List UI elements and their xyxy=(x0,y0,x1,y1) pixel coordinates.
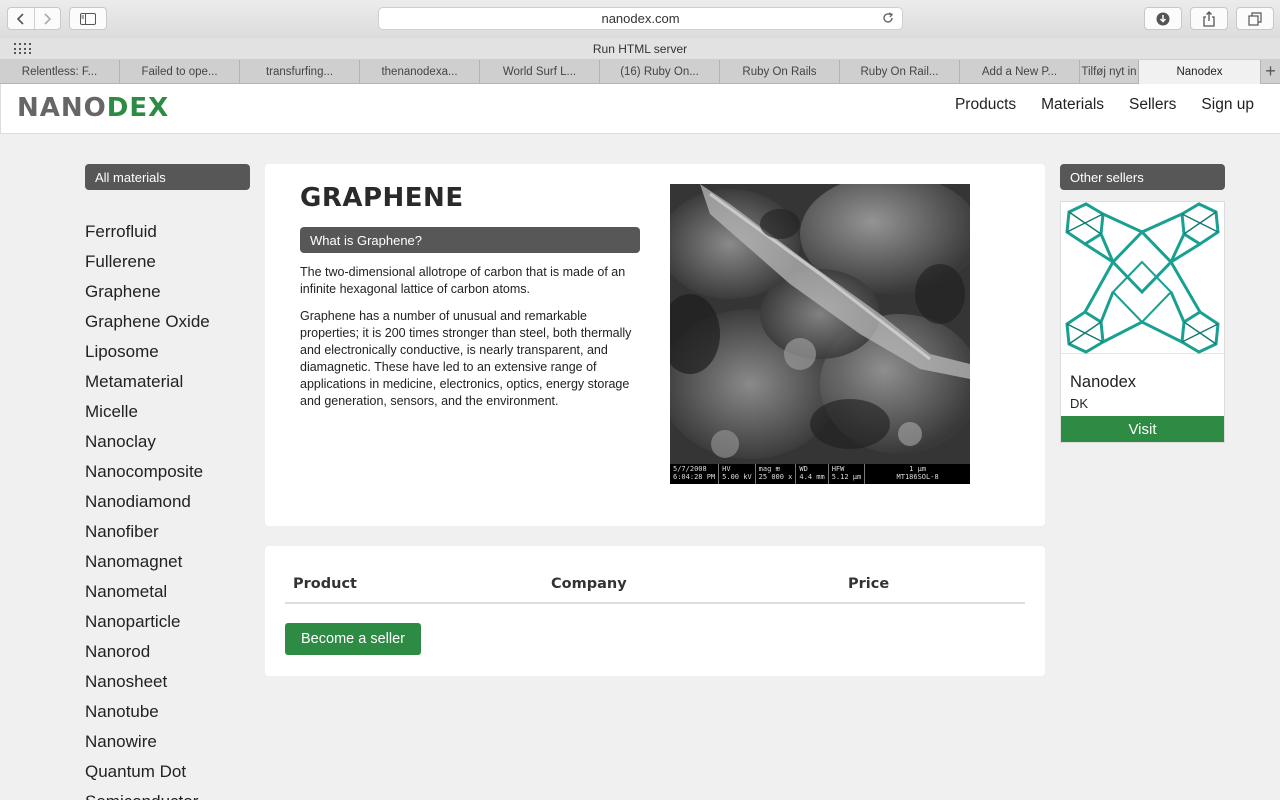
other-sellers-heading: Other sellers xyxy=(1060,164,1225,190)
material-link[interactable]: Nanorod xyxy=(85,640,210,670)
share-icon xyxy=(1203,10,1215,27)
browser-tab[interactable]: Add a New P... xyxy=(960,60,1080,84)
browser-tab[interactable]: thenanodexa... xyxy=(360,60,480,84)
sem-micrograph xyxy=(670,184,970,464)
tab-bar: Relentless: F... Failed to ope... transf… xyxy=(0,60,1280,84)
chevron-right-icon xyxy=(44,12,52,25)
material-link[interactable]: Nanosheet xyxy=(85,670,210,700)
material-link[interactable]: Nanoclay xyxy=(85,430,210,460)
material-link[interactable]: Nanomagnet xyxy=(85,550,210,580)
sem-hv: HV 5.00 kV xyxy=(719,464,756,484)
material-link[interactable]: Semiconductor xyxy=(85,790,210,800)
browser-tab[interactable]: Tilføj nyt in xyxy=(1080,60,1139,84)
forward-button[interactable] xyxy=(33,8,60,29)
browser-tab[interactable]: Ruby On Rail... xyxy=(840,60,960,84)
material-link[interactable]: Graphene Oxide xyxy=(85,310,210,340)
material-image: 5/7/2008 6:04:28 PM HV 5.00 kV mag ⊞ 25 000… xyxy=(670,184,970,484)
seller-logo[interactable] xyxy=(1061,202,1224,354)
address-text: nanodex.com xyxy=(601,11,680,26)
material-description-1: The two-dimensional allotrope of carbon … xyxy=(300,265,626,296)
material-link[interactable]: Nanometal xyxy=(85,580,210,610)
material-card: GRAPHENE What is Graphene? The two-dimen… xyxy=(265,164,1045,526)
sidebar-toggle-button[interactable] xyxy=(69,7,107,30)
material-subheading: What is Graphene? xyxy=(300,227,640,253)
material-link[interactable]: Nanotube xyxy=(85,700,210,730)
browser-tab[interactable]: (16) Ruby On... xyxy=(600,60,720,84)
material-link[interactable]: Nanofiber xyxy=(85,520,210,550)
material-link[interactable]: Nanoparticle xyxy=(85,610,210,640)
products-table-header: Product Company Price xyxy=(285,572,1025,604)
downloads-button[interactable] xyxy=(1144,7,1182,30)
products-card: Product Company Price Become a seller xyxy=(265,546,1045,676)
material-link[interactable]: Liposome xyxy=(85,340,210,370)
column-price: Price xyxy=(848,576,890,592)
site-logo[interactable]: NANODEX xyxy=(17,93,169,123)
material-link[interactable]: Quantum Dot xyxy=(85,760,210,790)
address-bar[interactable]: nanodex.com xyxy=(378,7,903,30)
sem-info-bar: 5/7/2008 6:04:28 PM HV 5.00 kV mag ⊞ 25 000… xyxy=(670,464,970,484)
seller-country: DK xyxy=(1070,396,1089,411)
chevron-left-icon xyxy=(16,12,24,25)
visit-button[interactable]: Visit xyxy=(1061,416,1224,442)
sem-datetime: 5/7/2008 6:04:28 PM xyxy=(670,464,720,484)
material-link[interactable]: Fullerene xyxy=(85,250,210,280)
material-title: GRAPHENE xyxy=(300,183,464,213)
browser-tab[interactable]: Ruby On Rails xyxy=(720,60,840,84)
favorites-bar: Run HTML server xyxy=(0,38,1280,60)
material-link[interactable]: Micelle xyxy=(85,400,210,430)
browser-tab-active[interactable]: Nanodex xyxy=(1139,60,1261,84)
tabs-icon xyxy=(1248,11,1262,26)
browser-tab[interactable]: World Surf L... xyxy=(480,60,600,84)
column-product: Product xyxy=(293,576,357,592)
all-materials-heading: All materials xyxy=(85,164,250,190)
logo-nano: NANO xyxy=(17,93,107,123)
download-icon xyxy=(1156,12,1170,25)
browser-tab[interactable]: Relentless: F... xyxy=(0,60,120,84)
logo-dex: DEX xyxy=(106,93,170,123)
sem-scale: 1 µm MT186SOL-8 xyxy=(896,465,939,481)
browser-toolbar: nanodex.com xyxy=(0,0,1280,38)
favorites-title: Run HTML server xyxy=(592,42,688,56)
seller-name: Nanodex xyxy=(1070,373,1137,391)
sem-hfw: HFW 5.12 µm xyxy=(829,464,866,484)
site-header: NANODEX Products Materials Sellers Sign … xyxy=(0,84,1280,134)
tab-overview-button[interactable] xyxy=(1236,7,1274,30)
nanodex-molecule-icon xyxy=(1065,202,1220,354)
share-button[interactable] xyxy=(1190,7,1228,30)
material-link[interactable]: Nanowire xyxy=(85,730,210,760)
reload-icon[interactable] xyxy=(881,11,895,25)
material-link[interactable]: Nanodiamond xyxy=(85,490,210,520)
nav-sellers[interactable]: Sellers xyxy=(1129,96,1176,114)
column-company: Company xyxy=(551,576,627,592)
material-link[interactable]: Metamaterial xyxy=(85,370,210,400)
sidebar-icon xyxy=(80,12,96,25)
browser-tab[interactable]: Failed to ope... xyxy=(120,60,240,84)
material-description-2: Graphene has a number of unusual and rem… xyxy=(300,309,632,408)
new-tab-button[interactable]: + xyxy=(1261,60,1280,83)
material-link[interactable]: Nanocomposite xyxy=(85,460,210,490)
nav-materials[interactable]: Materials xyxy=(1041,96,1104,114)
sem-mag: mag ⊞ 25 000 x xyxy=(756,464,797,484)
nav-sign-up[interactable]: Sign up xyxy=(1201,96,1254,114)
history-nav xyxy=(7,7,61,30)
back-button[interactable] xyxy=(8,8,34,29)
seller-card: Nanodex DK Visit xyxy=(1060,201,1225,443)
nav-products[interactable]: Products xyxy=(955,96,1016,114)
browser-tab[interactable]: transfurfing... xyxy=(240,60,360,84)
material-link[interactable]: Graphene xyxy=(85,280,210,310)
main-nav: Products Materials Sellers Sign up xyxy=(955,96,1254,114)
become-seller-button[interactable]: Become a seller xyxy=(285,623,421,655)
material-link[interactable]: Ferrofluid xyxy=(85,220,210,250)
sem-wd: WD 4.4 mm xyxy=(796,464,829,484)
materials-list: Ferrofluid Fullerene Graphene Graphene Oxid… xyxy=(85,220,210,800)
